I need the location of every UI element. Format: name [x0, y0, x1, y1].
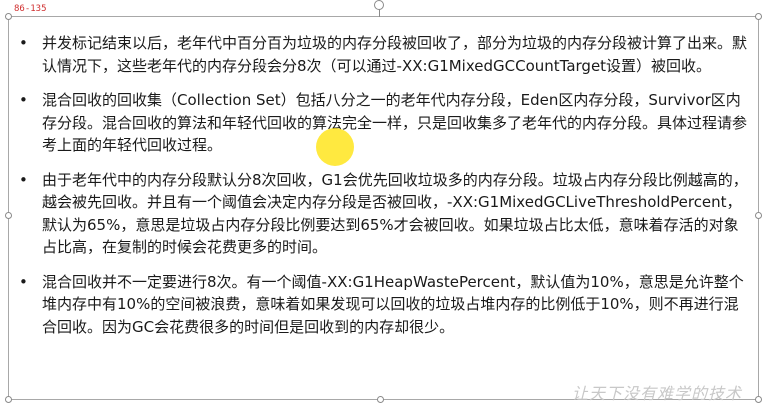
- slide-number-tag: 86-135: [14, 4, 47, 14]
- resize-handle-top-left[interactable]: [5, 13, 12, 20]
- bullet-text: 由于老年代中的内存分段默认分8次回收，G1会优先回收垃圾多的内存分段。垃圾占内存…: [42, 170, 748, 257]
- bullet-text: 并发标记结束以后，老年代中百分百为垃圾的内存分段被回收了，部分为垃圾的内存分段被…: [42, 34, 748, 75]
- rotate-handle-stem: [379, 9, 380, 17]
- bullet-icon: •: [19, 34, 28, 52]
- bullet-paragraph: • 混合回收并不一定要进行8次。有一个阈值-XX:G1HeapWastePerc…: [16, 271, 751, 339]
- resize-handle-middle-right[interactable]: [755, 212, 762, 219]
- resize-handle-bottom-right[interactable]: [755, 396, 762, 403]
- watermark-text: 让天下没有难学的技术: [572, 384, 743, 403]
- bullet-icon: •: [19, 170, 28, 189]
- rotate-handle[interactable]: [374, 0, 384, 10]
- bullet-paragraph: • 混合回收的回收集（Collection Set）包括八分之一的老年代内存分段…: [16, 89, 751, 157]
- bullet-paragraph: • 并发标记结束以后，老年代中百分百为垃圾的内存分段被回收了，部分为垃圾的内存分…: [16, 32, 751, 77]
- resize-handle-middle-left[interactable]: [5, 212, 12, 219]
- resize-handle-top-right[interactable]: [755, 13, 762, 20]
- bullet-icon: •: [19, 91, 28, 109]
- resize-handle-bottom-center[interactable]: [377, 396, 384, 403]
- slide-text-content[interactable]: • 并发标记结束以后，老年代中百分百为垃圾的内存分段被回收了，部分为垃圾的内存分…: [16, 32, 751, 338]
- bullet-icon: •: [19, 272, 28, 291]
- bullet-paragraph: • 由于老年代中的内存分段默认分8次回收，G1会优先回收垃圾多的内存分段。垃圾占…: [16, 169, 751, 259]
- resize-handle-bottom-left[interactable]: [5, 396, 12, 403]
- bullet-text: 混合回收并不一定要进行8次。有一个阈值-XX:G1HeapWastePercen…: [42, 272, 744, 336]
- bullet-text: 混合回收的回收集（Collection Set）包括八分之一的老年代内存分段，E…: [42, 91, 748, 154]
- mouse-pointer-highlight: [316, 128, 354, 166]
